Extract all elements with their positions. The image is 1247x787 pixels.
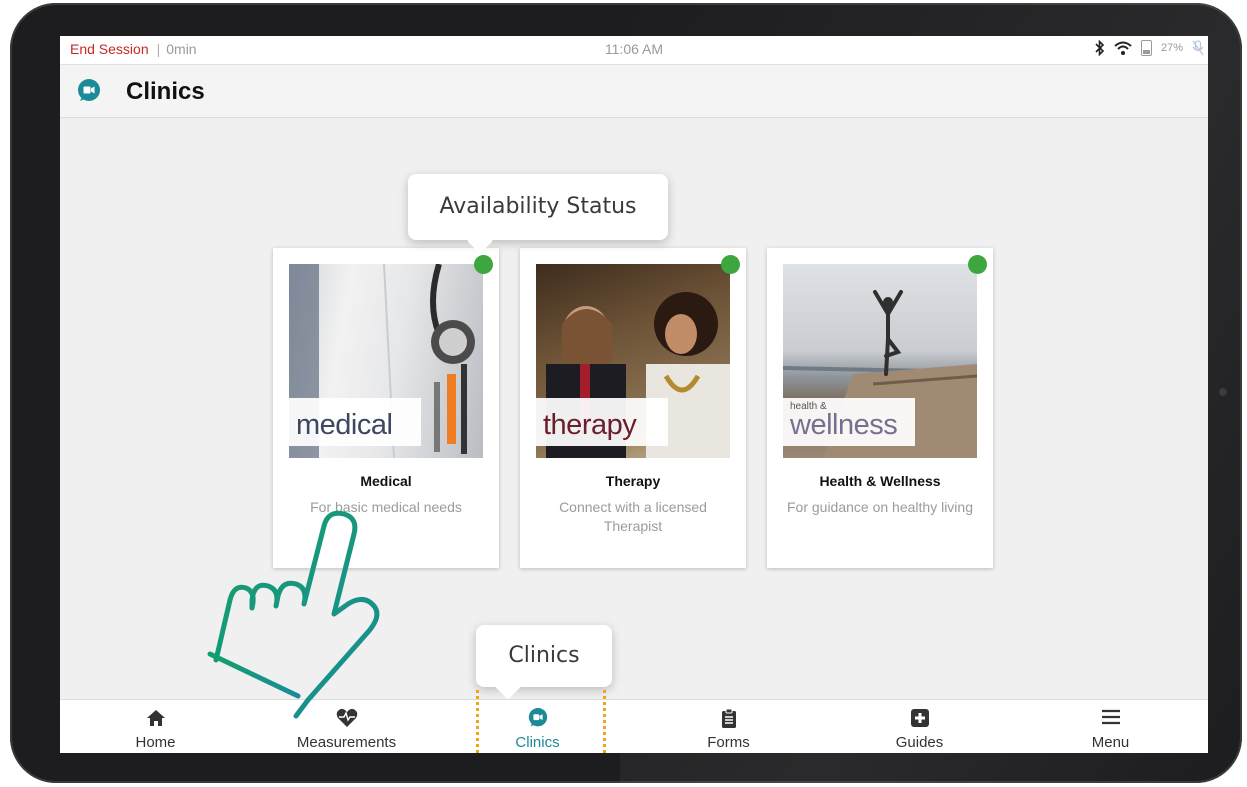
clock: 11:06 AM — [604, 41, 664, 57]
home-icon — [146, 710, 165, 726]
nav-menu[interactable]: Menu — [1015, 700, 1206, 753]
photo-label-wellness: health & wellness — [783, 398, 915, 446]
photo-label-text: medical — [296, 409, 393, 441]
nav-label: Forms — [707, 734, 750, 751]
page-title: Clinics — [126, 78, 205, 105]
clipboard-icon — [721, 708, 736, 728]
battery-percent: 27% — [1160, 42, 1183, 54]
pointing-hand-icon — [207, 510, 380, 719]
availability-dot — [968, 255, 987, 274]
clinic-title: Health & Wellness — [819, 473, 941, 489]
clinic-title: Medical — [360, 473, 412, 489]
photo-label-text: therapy — [543, 409, 637, 441]
clinics-highlight-box — [476, 690, 606, 753]
app-screen: End Session|0min 11:06 AM 27% Clinics — [60, 36, 1208, 753]
video-chat-icon — [78, 79, 100, 101]
photo-label-text: wellness — [790, 409, 898, 441]
clinic-card-health-wellness[interactable]: health & wellness Health & Wellness For … — [767, 248, 993, 568]
nav-label: Menu — [1091, 734, 1130, 751]
camera-dot — [1219, 388, 1227, 396]
photo-label-medical: medical — [289, 398, 421, 446]
bluetooth-icon — [1095, 40, 1105, 56]
clinic-description: For guidance on healthy living — [786, 499, 973, 515]
battery-icon — [1140, 40, 1152, 56]
availability-dot — [721, 255, 740, 274]
nav-forms[interactable]: Forms — [633, 700, 824, 753]
clinic-photo-wellness: health & wellness — [783, 264, 977, 458]
status-bar: End Session | 0min 11:06 AM 27% — [60, 36, 1208, 65]
clinic-title: Therapy — [605, 473, 661, 489]
mic-off-icon — [1192, 40, 1204, 56]
clinic-description: Connect with a licensed Therapist — [559, 499, 707, 534]
clinic-photo-therapy: therapy — [536, 264, 730, 458]
nav-label: Measurements — [296, 734, 397, 751]
hamburger-menu-icon — [1101, 709, 1120, 725]
nav-guides[interactable]: Guides — [824, 700, 1015, 753]
nav-label: Home — [135, 734, 176, 751]
clinic-card-therapy[interactable]: therapy Therapy Connect with a licensed … — [520, 248, 746, 568]
system-icons: 27% — [1095, 40, 1204, 56]
clinic-photo-medical: medical — [289, 264, 483, 458]
first-aid-icon — [910, 709, 929, 727]
photo-label-therapy: therapy — [536, 398, 668, 446]
clinics-tooltip: Clinics — [476, 625, 612, 687]
wifi-icon — [1114, 41, 1132, 55]
nav-label: Guides — [895, 734, 944, 751]
availability-status-tooltip: Availability Status — [408, 174, 668, 240]
availability-dot — [474, 255, 493, 274]
title-bar: Clinics — [60, 65, 1208, 118]
